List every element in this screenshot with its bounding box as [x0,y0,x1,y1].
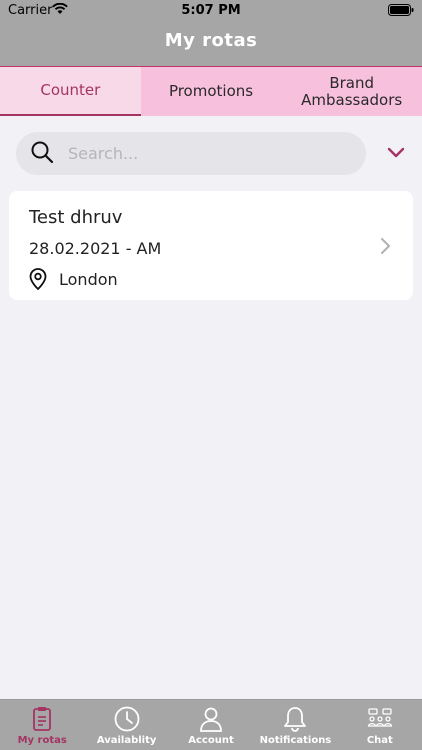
tab-label: Brand Ambassadors [301,73,403,109]
tabbar-item-account[interactable]: Account [169,700,253,750]
chevron-right-icon [379,237,391,259]
bell-icon [284,707,307,732]
tabbar-label: Availablity [96,735,157,746]
tabbar-item-my-rotas[interactable]: My rotas [0,700,84,750]
battery-icon [388,4,414,20]
tab-brand-ambassadors[interactable]: Brand Ambassadors [281,67,422,116]
rota-type-tabs: Counter Promotions Brand Ambassadors [0,66,422,116]
tabbar-item-chat[interactable]: Chat [338,700,422,750]
search-bar [16,132,366,175]
search-input[interactable] [68,144,328,163]
tabbar-label: Account [188,735,234,746]
rota-date: 28.02.2021 - AM [29,239,162,258]
group-chat-icon [367,708,392,727]
rota-name: Test dhruv [29,207,123,228]
clipboard-icon [33,707,52,731]
tab-counter[interactable]: Counter [0,67,141,116]
status-bar: Carrier 5:07 PM [0,0,422,22]
status-time: 5:07 PM [181,3,241,18]
page-title: My rotas [164,30,258,51]
clock-icon [114,706,140,732]
location-pin-icon [29,268,47,290]
person-icon [200,707,222,732]
rota-card[interactable]: Test dhruv 28.02.2021 - AM London [9,191,413,300]
tabbar-item-availability[interactable]: Availablity [84,700,168,750]
rota-location: London [29,268,118,290]
location-label: London [59,269,118,289]
tabbar-label: My rotas [17,735,67,746]
bottom-tab-bar: My rotas Availablity Account Notificatio… [0,699,422,750]
header-bar: Carrier 5:07 PM My rotas [0,0,422,66]
tabbar-item-notifications[interactable]: Notifications [253,700,337,750]
search-icon [30,140,54,168]
chevron-down-icon[interactable] [384,144,408,162]
tabbar-label: Notifications [259,735,332,746]
tab-promotions[interactable]: Promotions [140,67,282,116]
tabbar-label: Chat [366,735,393,746]
